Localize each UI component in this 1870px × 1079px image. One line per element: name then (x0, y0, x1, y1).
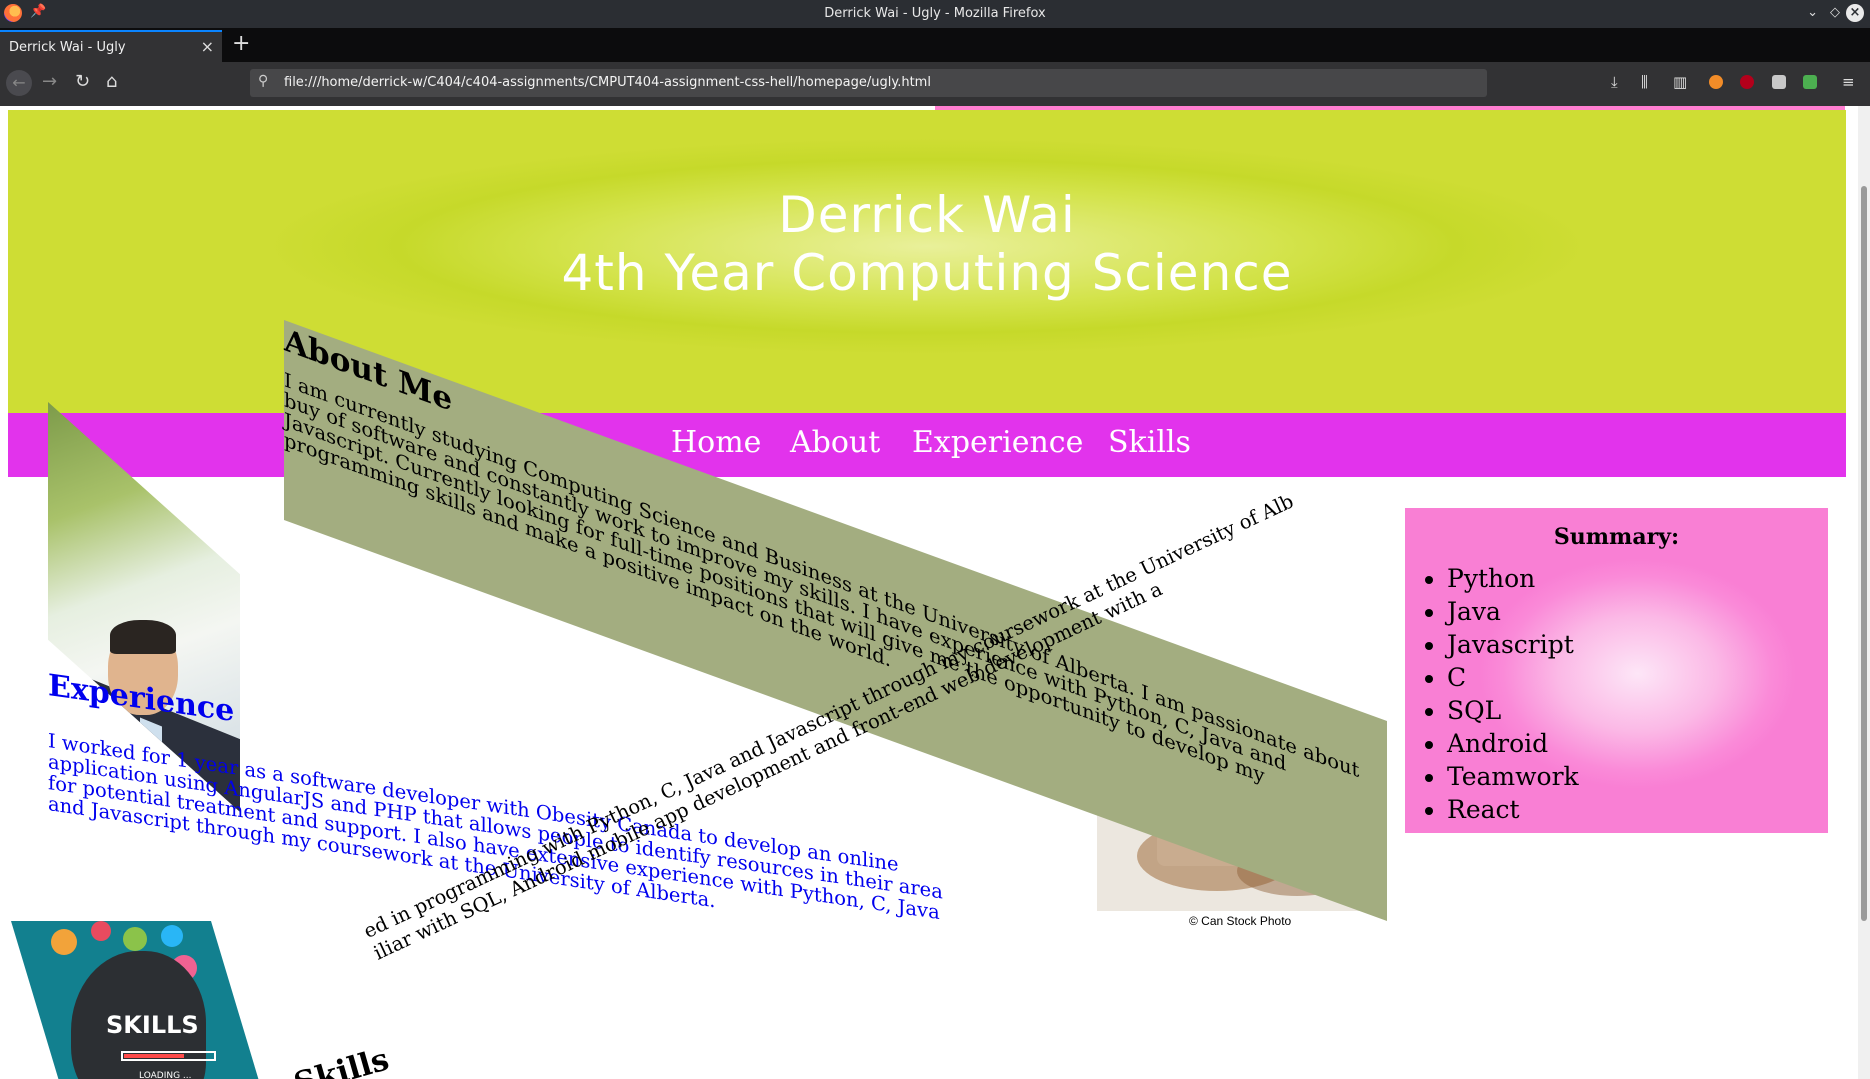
summary-item: Android (1447, 727, 1579, 760)
page-viewport: Derrick Wai 4th Year Computing Science H… (0, 106, 1858, 1079)
summary-item: SQL (1447, 694, 1579, 727)
tab-ugly[interactable]: Derrick Wai - Ugly × (0, 30, 222, 62)
extension-green-icon[interactable] (1803, 75, 1817, 89)
gear-icon (161, 925, 183, 947)
gear-icon (51, 929, 77, 955)
summary-item: Javascript (1447, 628, 1579, 661)
skills-image: SKILLS LOADING ... (11, 921, 271, 1079)
nav-link-home[interactable]: Home (671, 425, 761, 460)
extension-grid-icon[interactable] (1772, 75, 1786, 89)
extension-fox-icon[interactable] (1709, 75, 1723, 89)
library-icon[interactable]: ⫼ (1641, 73, 1648, 91)
arrow-left-icon[interactable]: ← (6, 70, 32, 96)
summary-item: Python (1447, 562, 1579, 595)
new-tab-icon[interactable]: + (232, 31, 250, 56)
hamburger-menu-icon[interactable]: ≡ (1842, 73, 1855, 91)
nav-link-experience[interactable]: Experience (912, 425, 1083, 460)
skills-loading-bar (121, 1051, 216, 1061)
nav-link-skills[interactable]: Skills (1108, 425, 1191, 460)
search-icon: ⚲ (258, 73, 269, 89)
page-scrollbar[interactable] (1858, 106, 1870, 1079)
address-bar[interactable]: ⚲ file:///home/derrick-w/C404/c404-assig… (250, 69, 1487, 97)
arrow-right-icon[interactable]: → (42, 71, 57, 92)
download-icon[interactable]: ⤓ (1611, 73, 1618, 91)
summary-box: Summary: Python Java Javascript C SQL An… (1405, 508, 1828, 833)
gear-icon (123, 927, 147, 951)
summary-item: C (1447, 661, 1579, 694)
sidebar-icon[interactable]: ▥ (1673, 73, 1687, 91)
summary-item: React (1447, 793, 1579, 826)
navigation-toolbar: ← → ↻ ⌂ ⚲ file:///home/derrick-w/C404/c4… (0, 62, 1870, 106)
reload-icon[interactable]: ↻ (75, 71, 90, 92)
header-name: Derrick Wai (778, 186, 1076, 244)
url-text: file:///home/derrick-w/C404/c404-assignm… (284, 75, 931, 90)
stock-photo-caption: © Can Stock Photo (1189, 914, 1292, 928)
summary-list: Python Java Javascript C SQL Android Tea… (1405, 562, 1579, 826)
home-icon[interactable]: ⌂ (106, 71, 117, 92)
summary-title: Summary: (1553, 524, 1680, 550)
nav-link-about[interactable]: About (790, 425, 880, 460)
experience-text: I worked for 1 year as a software develo… (48, 729, 943, 925)
photo-hair (110, 620, 176, 654)
summary-item: Java (1447, 595, 1579, 628)
window-titlebar: 📌 Derrick Wai - Ugly - Mozilla Firefox ⌄… (0, 0, 1870, 28)
tab-strip: Derrick Wai - Ugly × + (0, 28, 1870, 62)
minimize-icon[interactable]: ⌄ (1807, 5, 1818, 20)
window-title: Derrick Wai - Ugly - Mozilla Firefox (824, 6, 1046, 21)
maximize-icon[interactable]: ◇ (1830, 5, 1840, 20)
skills-heading: Skills (290, 1041, 393, 1079)
ublock-icon[interactable] (1740, 75, 1754, 89)
tab-close-icon[interactable]: × (201, 37, 214, 56)
header-subtitle: 4th Year Computing Science (561, 244, 1293, 302)
skills-loading-text: LOADING ... (139, 1071, 192, 1079)
tab-title: Derrick Wai - Ugly (9, 40, 126, 55)
summary-item: Teamwork (1447, 760, 1579, 793)
window-close-icon[interactable]: × (1846, 4, 1864, 22)
scrollbar-thumb[interactable] (1861, 186, 1867, 921)
skills-image-word: SKILLS (106, 1011, 199, 1039)
gear-icon (91, 921, 111, 941)
